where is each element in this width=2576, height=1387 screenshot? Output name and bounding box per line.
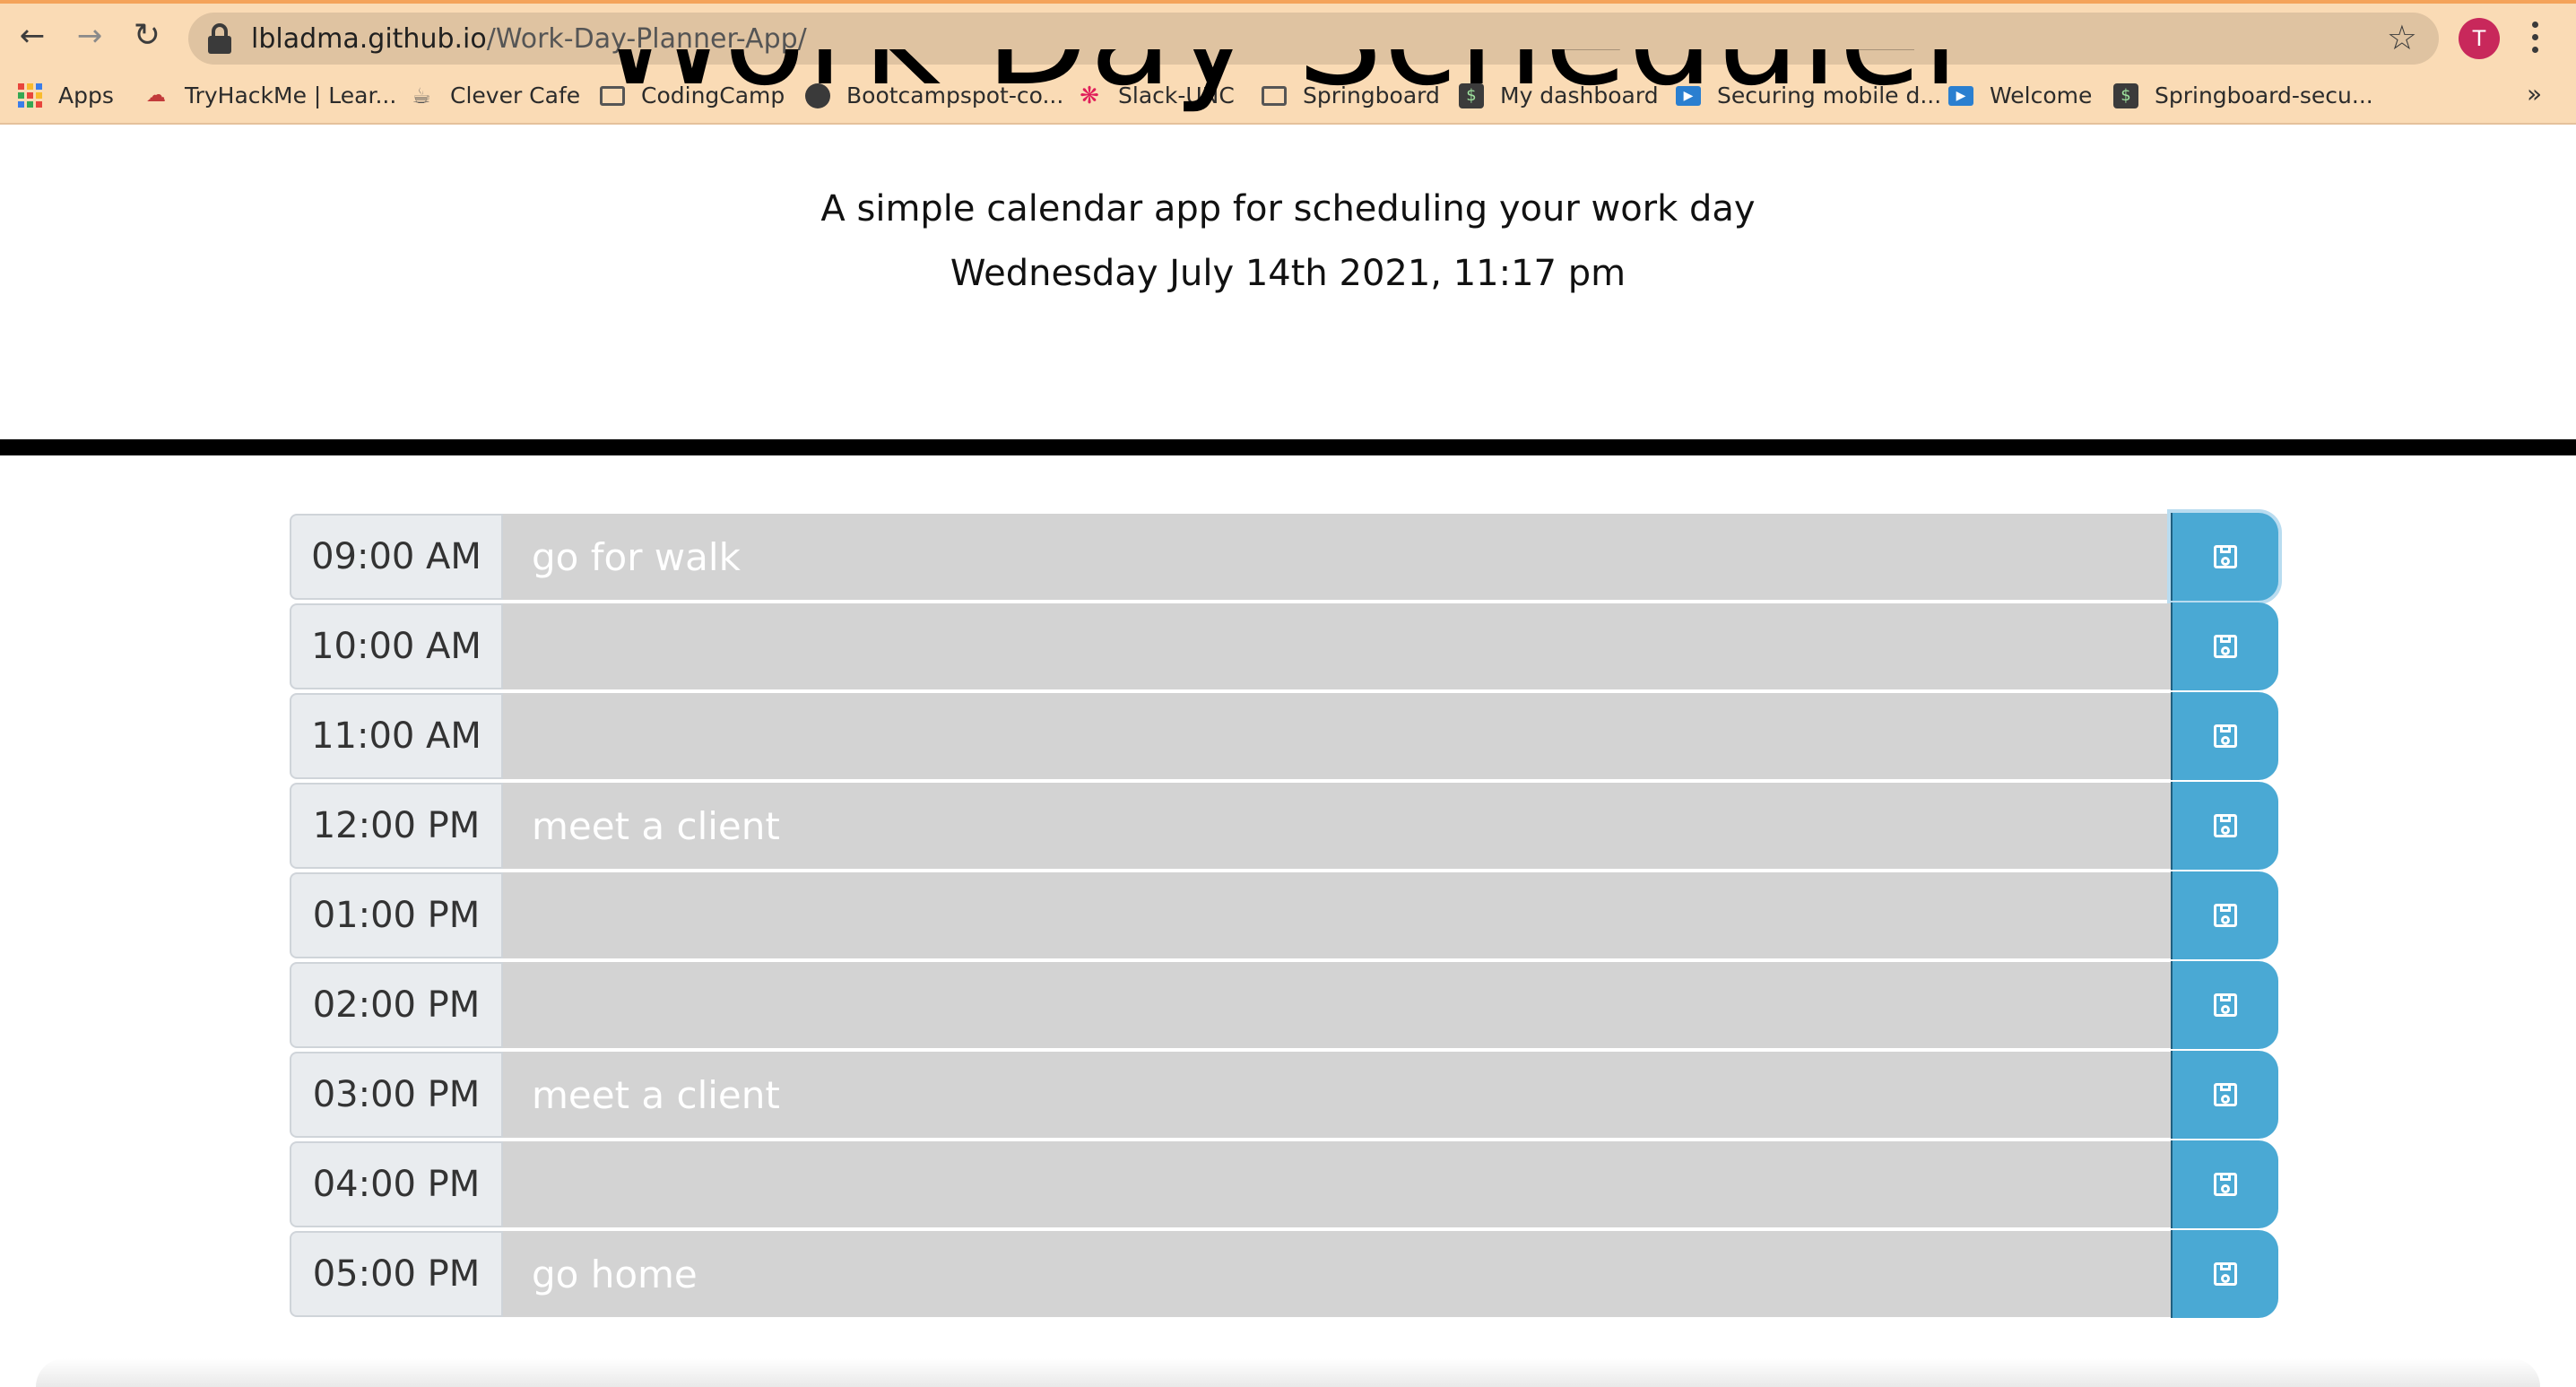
event-description-input[interactable]	[503, 693, 2171, 779]
save-icon	[2214, 724, 2237, 748]
save-button[interactable]	[2171, 1230, 2278, 1318]
hour-label: 02:00 PM	[290, 962, 503, 1048]
event-description-input[interactable]	[503, 1052, 2171, 1138]
save-button[interactable]	[2171, 871, 2278, 959]
time-block-row: 01:00 PM	[290, 871, 2282, 959]
save-button[interactable]	[2171, 513, 2278, 601]
hour-label: 10:00 AM	[290, 603, 503, 689]
save-button[interactable]	[2171, 692, 2278, 780]
hour-label: 01:00 PM	[290, 872, 503, 958]
time-block-row: 03:00 PM	[290, 1051, 2282, 1139]
header-divider	[0, 439, 2576, 455]
event-description-input[interactable]	[503, 514, 2171, 600]
current-day: Wednesday July 14th 2021, 11:17 pm	[950, 253, 1626, 294]
event-description-input[interactable]	[503, 962, 2171, 1048]
page-title-clip: Work Day Scheduler	[0, 49, 2576, 125]
event-description-input[interactable]	[503, 872, 2171, 958]
save-button[interactable]	[2171, 961, 2278, 1049]
save-button[interactable]	[2171, 1051, 2278, 1139]
time-block-row: 04:00 PM	[290, 1140, 2282, 1228]
hour-label: 05:00 PM	[290, 1231, 503, 1317]
time-block-row: 11:00 AM	[290, 692, 2282, 780]
page-lead: A simple calendar app for scheduling you…	[820, 188, 1756, 230]
hour-label: 04:00 PM	[290, 1141, 503, 1227]
time-block-row: 05:00 PM	[290, 1230, 2282, 1318]
page-bottom-edge	[36, 1358, 2540, 1387]
arrow-right-icon: →	[76, 18, 103, 54]
save-icon	[2214, 545, 2237, 568]
reload-icon: ↻	[133, 17, 161, 54]
save-button[interactable]	[2171, 1140, 2278, 1228]
time-block-row: 12:00 PM	[290, 782, 2282, 870]
scheduler: 09:00 AM 10:00 AM 11:00 AM 12:00 PM 01:0…	[290, 513, 2282, 1321]
hour-label: 12:00 PM	[290, 783, 503, 869]
save-icon	[2214, 1262, 2237, 1286]
event-description-input[interactable]	[503, 1141, 2171, 1227]
time-block-row: 02:00 PM	[290, 961, 2282, 1049]
event-description-input[interactable]	[503, 603, 2171, 689]
save-button[interactable]	[2171, 782, 2278, 870]
save-icon	[2214, 1083, 2237, 1106]
save-icon	[2214, 635, 2237, 658]
save-icon	[2214, 904, 2237, 927]
event-description-input[interactable]	[503, 783, 2171, 869]
arrow-left-icon: ←	[19, 18, 46, 54]
save-button[interactable]	[2171, 602, 2278, 690]
save-icon	[2214, 1173, 2237, 1196]
event-description-input[interactable]	[503, 1231, 2171, 1317]
time-block-row: 09:00 AM	[290, 513, 2282, 601]
save-icon	[2214, 814, 2237, 837]
page-title: Work Day Scheduler	[0, 49, 2576, 105]
hour-label: 09:00 AM	[290, 514, 503, 600]
hour-label: 03:00 PM	[290, 1052, 503, 1138]
time-block-row: 10:00 AM	[290, 602, 2282, 690]
save-icon	[2214, 993, 2237, 1017]
hour-label: 11:00 AM	[290, 693, 503, 779]
